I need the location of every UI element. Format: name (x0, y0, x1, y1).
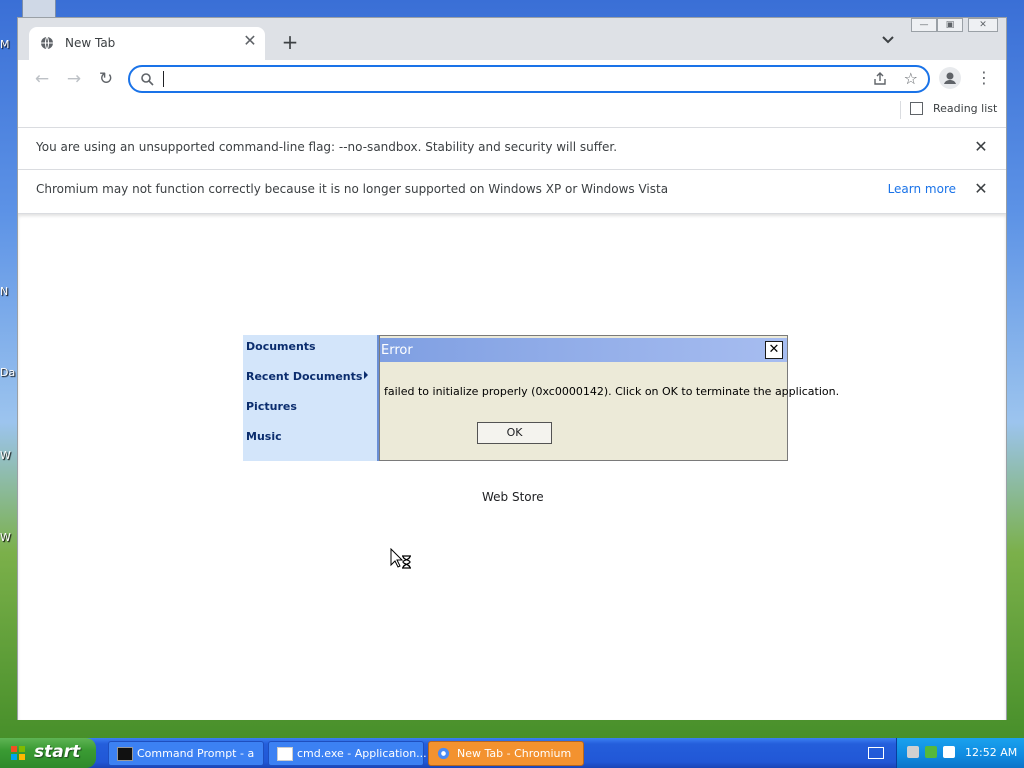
address-input[interactable] (163, 69, 847, 89)
dialog-message: failed to initialize properly (0xc000014… (384, 385, 840, 398)
start-menu-item-music[interactable]: Music (246, 430, 282, 443)
close-window-button[interactable]: ✕ (968, 18, 998, 32)
desktop-icon-label[interactable]: W (0, 531, 16, 544)
clock: 12:52 AM (965, 746, 1018, 759)
back-icon[interactable]: ← (32, 69, 52, 89)
dialog-titlebar[interactable]: Error ✕ (380, 338, 787, 362)
forward-icon[interactable]: → (64, 69, 84, 89)
close-icon[interactable]: ✕ (972, 180, 990, 198)
divider (900, 101, 901, 119)
tab-new-tab[interactable]: New Tab ✕ (29, 27, 265, 60)
globe-icon (41, 36, 53, 50)
infobar-message: You are using an unsupported command-lin… (36, 140, 618, 154)
taskbar-item-label: New Tab - Chromium (457, 747, 572, 760)
dialog-title: Error (381, 343, 413, 358)
start-menu-item-pictures[interactable]: Pictures (246, 400, 297, 413)
reading-list-icon (910, 102, 923, 115)
windows-logo-icon (11, 746, 25, 760)
device-icon[interactable] (943, 746, 955, 758)
restore-button[interactable]: ▣ (937, 18, 963, 32)
window-icon (277, 747, 293, 761)
bookmark-star-icon[interactable]: ☆ (904, 69, 918, 88)
taskbar-item-label: Command Prompt - a (137, 747, 255, 760)
terminal-icon (117, 747, 133, 761)
reload-icon[interactable]: ↻ (96, 69, 116, 89)
taskbar-item-cmd-error[interactable]: cmd.exe - Application... (268, 741, 427, 766)
start-label: start (34, 742, 81, 762)
tab-title: New Tab (65, 36, 116, 50)
start-menu-panel: Documents Recent Documents Pictures Musi… (243, 335, 379, 461)
more-menu-icon[interactable]: ⋮ (976, 67, 992, 89)
bookmarks-bar: Reading list (18, 96, 1006, 126)
new-tab-button[interactable]: + (280, 32, 300, 52)
desktop-icon-label[interactable]: N (0, 285, 16, 298)
desktop-icon-label[interactable]: Da (0, 366, 16, 379)
learn-more-link[interactable]: Learn more (888, 182, 956, 196)
taskbar-item-chromium[interactable]: New Tab - Chromium (428, 741, 584, 766)
new-tab-page: Web Store (18, 213, 1006, 720)
taskbar-item-command-prompt[interactable]: Command Prompt - a (108, 741, 264, 766)
security-icon[interactable] (925, 746, 937, 758)
close-tab-icon[interactable]: ✕ (241, 32, 259, 50)
error-dialog: Error ✕ failed to initialize properly (0… (379, 335, 839, 461)
keyboard-language-icon[interactable] (868, 747, 884, 759)
desktop-icon-label[interactable]: W (0, 449, 16, 462)
text-caret (163, 71, 164, 87)
infobar-unsupported-os: Chromium may not function correctly beca… (18, 169, 1006, 211)
web-store-shortcut[interactable]: Web Store (482, 490, 544, 504)
taskbar: start Command Prompt - a cmd.exe - Appli… (0, 738, 1024, 768)
system-tray: 12:52 AM (896, 738, 1024, 768)
desktop-icon-label[interactable]: M (0, 38, 16, 51)
close-icon[interactable]: ✕ (972, 138, 990, 156)
chromium-icon (437, 747, 450, 760)
browser-toolbar: ← → ↻ ☆ ⋮ (18, 60, 1006, 96)
infobar-message: Chromium may not function correctly beca… (36, 182, 669, 196)
infobar-sandbox-warning: You are using an unsupported command-lin… (18, 127, 1006, 169)
start-button[interactable]: start (0, 738, 96, 768)
minimize-button[interactable]: — (911, 18, 937, 32)
start-menu-item-documents[interactable]: Documents (246, 340, 316, 353)
person-icon (944, 72, 956, 84)
tab-strip: New Tab ✕ + — ▣ ✕ (18, 18, 1006, 60)
address-bar[interactable]: ☆ (128, 65, 930, 93)
close-icon[interactable]: ✕ (765, 341, 783, 359)
submenu-arrow-icon (364, 371, 368, 379)
ok-button[interactable]: OK (477, 422, 552, 444)
share-icon[interactable] (872, 71, 888, 87)
search-icon (141, 73, 154, 86)
network-icon[interactable] (907, 746, 919, 758)
taskbar-item-label: cmd.exe - Application... (297, 747, 427, 760)
reading-list-label: Reading list (933, 102, 998, 115)
busy-cursor-icon (390, 548, 411, 569)
chevron-down-icon[interactable] (880, 32, 896, 48)
profile-avatar[interactable] (939, 67, 961, 89)
start-menu-item-recent-documents[interactable]: Recent Documents (246, 370, 362, 383)
